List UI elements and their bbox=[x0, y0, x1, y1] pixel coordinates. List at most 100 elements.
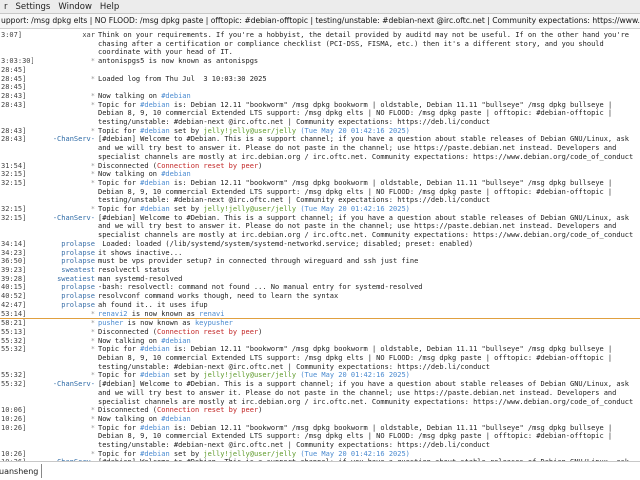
message-fragment: #debian bbox=[140, 345, 170, 354]
nick-label[interactable]: prolapse bbox=[33, 257, 98, 266]
timestamp: 32:15] bbox=[1, 170, 27, 179]
timestamp: 42:47] bbox=[1, 300, 27, 309]
chat-line: 58:21] * pusher is now known as keypusher bbox=[0, 319, 640, 328]
message-fragment: set by bbox=[169, 205, 204, 214]
nick-label[interactable]: prolapse bbox=[33, 292, 98, 301]
message-fragment: (Tue May 20 01:42:16 2025) bbox=[296, 205, 410, 214]
menu-item-help[interactable]: Help bbox=[96, 2, 123, 12]
timestamp: 39:23] bbox=[1, 265, 27, 274]
nick-label[interactable]: sweatest bbox=[33, 266, 98, 275]
nick-label[interactable]: prolapse bbox=[33, 301, 98, 310]
timestamp: 55:32] bbox=[1, 380, 27, 389]
message-fragment: Connection reset by peer bbox=[157, 327, 259, 336]
menu-item-window[interactable]: Window bbox=[54, 2, 96, 12]
message-fragment: it shows inactive... bbox=[98, 248, 183, 257]
nick-label: * bbox=[90, 100, 95, 109]
chat-line: 10:06] * Disconnected (Connection reset by… bbox=[0, 406, 640, 415]
channel-topic[interactable]: upport: /msg dpkg elts | NO FLOOD: /msg … bbox=[0, 14, 640, 29]
chat-line: 32:15] * Topic for #debian set by jelly!je… bbox=[0, 205, 640, 214]
message-text: resolvconf command works though, need to… bbox=[98, 292, 640, 301]
nick-button[interactable]: uansheng bbox=[0, 467, 38, 476]
nick-label[interactable]: sweatiest bbox=[33, 275, 98, 284]
message-fragment: Disconnected ( bbox=[98, 406, 158, 415]
message-fragment: antonispgs5 is now known as antonispgs bbox=[98, 57, 259, 66]
timestamp: 28:43] bbox=[1, 91, 27, 100]
message-text: Topic for #debian is: Debian 12.11 "book… bbox=[98, 101, 640, 127]
nick-label[interactable]: prolapse bbox=[33, 240, 98, 249]
timestamp: 3:03:30] bbox=[1, 57, 33, 66]
message-fragment: Disconnected ( bbox=[98, 161, 158, 170]
timestamp: 28:43] bbox=[1, 126, 27, 135]
message-fragment: renavi bbox=[199, 309, 225, 318]
nick-label: * bbox=[90, 57, 95, 66]
message-fragment: ah found it.. it uses ifup bbox=[98, 300, 208, 309]
nick-label[interactable]: xar bbox=[33, 31, 98, 40]
message-fragment: [#debian] Welcome to #Debian. This is a … bbox=[98, 213, 634, 240]
message-text: [#debian] Welcome to #Debian. This is a … bbox=[98, 135, 640, 161]
nick-label[interactable]: -ChanServ- bbox=[33, 214, 98, 223]
timestamp: 53:14] bbox=[1, 309, 27, 318]
message-fragment: #debian bbox=[140, 178, 170, 187]
chat-line: 55:32] * Topic for #debian is: Debian 12.1… bbox=[0, 345, 640, 371]
message-text: Think on your requirements. If you're a … bbox=[98, 31, 640, 57]
message-text: Disconnected (Connection reset by peer) bbox=[98, 328, 640, 337]
message-fragment: -bash: resolvectl: command not found ...… bbox=[98, 283, 423, 292]
nick-label: * bbox=[90, 126, 95, 135]
nick-label[interactable]: prolapse bbox=[33, 249, 98, 258]
message-fragment: Topic for bbox=[98, 345, 141, 354]
message-fragment: jelly!jelly@user/jelly bbox=[203, 449, 297, 458]
timestamp: 10:26] bbox=[1, 414, 27, 423]
chat-log[interactable]: 3:07] xar Think on your requirements. If y… bbox=[0, 31, 640, 461]
nick-label: * bbox=[90, 345, 95, 354]
message-input[interactable] bbox=[42, 464, 640, 478]
message-fragment: keypusher bbox=[194, 319, 233, 328]
message-fragment: Now talking on bbox=[98, 336, 162, 345]
nick-label: * bbox=[90, 327, 95, 336]
message-text: ah found it.. it uses ifup bbox=[98, 301, 640, 310]
nick-label[interactable]: -ChanServ- bbox=[33, 135, 98, 144]
nick-label[interactable]: prolapse bbox=[33, 283, 98, 292]
nick-label[interactable]: -ChanServ- bbox=[33, 380, 98, 389]
chat-line: 32:15] * Now talking on #debian bbox=[0, 170, 640, 179]
message-fragment: #debian bbox=[161, 336, 191, 345]
timestamp: 10:26] bbox=[1, 449, 27, 458]
menu-item-settings[interactable]: Settings bbox=[12, 2, 55, 12]
message-fragment: [#debian] Welcome to #Debian. This is a … bbox=[98, 135, 634, 161]
message-fragment: Think on your requirements. If you're a … bbox=[98, 31, 634, 57]
chat-line: 10:26] * Topic for #debian set by jelly!je… bbox=[0, 450, 640, 459]
message-text: Loaded: loaded (/lib/systemd/system/syst… bbox=[98, 240, 640, 249]
timestamp: 10:06] bbox=[1, 406, 27, 415]
chat-line: 55:32] * Now talking on #debian bbox=[0, 337, 640, 346]
menu-item-server[interactable]: r bbox=[0, 2, 12, 12]
nick-label: * bbox=[90, 170, 95, 179]
nick-label: * bbox=[90, 205, 95, 214]
message-text: Topic for #debian set by jelly!jelly@use… bbox=[98, 127, 640, 136]
message-fragment: Loaded: loaded (/lib/systemd/system/syst… bbox=[98, 239, 474, 248]
message-fragment: Now talking on bbox=[98, 414, 162, 423]
timestamp: 39:28] bbox=[1, 274, 27, 283]
chat-line: 28:43] -ChanServ- [#debian] Welcome to #De… bbox=[0, 135, 640, 161]
message-text: renavi2 is now known as renavi bbox=[98, 310, 640, 319]
chat-line: 55:32] * Topic for #debian set by jelly!je… bbox=[0, 371, 640, 380]
chat-line: 28:45] bbox=[0, 66, 640, 75]
nick-label: * bbox=[90, 449, 95, 458]
nick-label: * bbox=[90, 161, 95, 170]
input-bar: uansheng bbox=[0, 461, 640, 480]
chat-line: 28:45] bbox=[0, 83, 640, 92]
message-fragment: #debian bbox=[140, 100, 170, 109]
message-text: [#debian] Welcome to #Debian. This is a … bbox=[98, 380, 640, 406]
message-fragment: (Tue May 20 01:42:16 2025) bbox=[296, 126, 410, 135]
message-text: Topic for #debian set by jelly!jelly@use… bbox=[98, 371, 640, 380]
chat-line: 40:15] prolapse -bash: resolvectl: command… bbox=[0, 283, 640, 292]
chat-line: 10:26] * Topic for #debian is: Debian 12.1… bbox=[0, 424, 640, 450]
message-fragment: #debian bbox=[140, 371, 170, 380]
chat-line: 55:32] -ChanServ- [#debian] Welcome to #De… bbox=[0, 380, 640, 406]
timestamp: 40:52] bbox=[1, 292, 27, 301]
chat-line: 55:13] * Disconnected (Connection reset by… bbox=[0, 328, 640, 337]
message-fragment: Connection reset by peer bbox=[157, 161, 259, 170]
timestamp: 55:32] bbox=[1, 371, 27, 380]
timestamp: 31:54] bbox=[1, 161, 27, 170]
message-fragment: jelly!jelly@user/jelly bbox=[203, 371, 297, 380]
chat-line: 34:23] prolapse it shows inactive... bbox=[0, 249, 640, 258]
message-fragment: Topic for bbox=[98, 423, 141, 432]
